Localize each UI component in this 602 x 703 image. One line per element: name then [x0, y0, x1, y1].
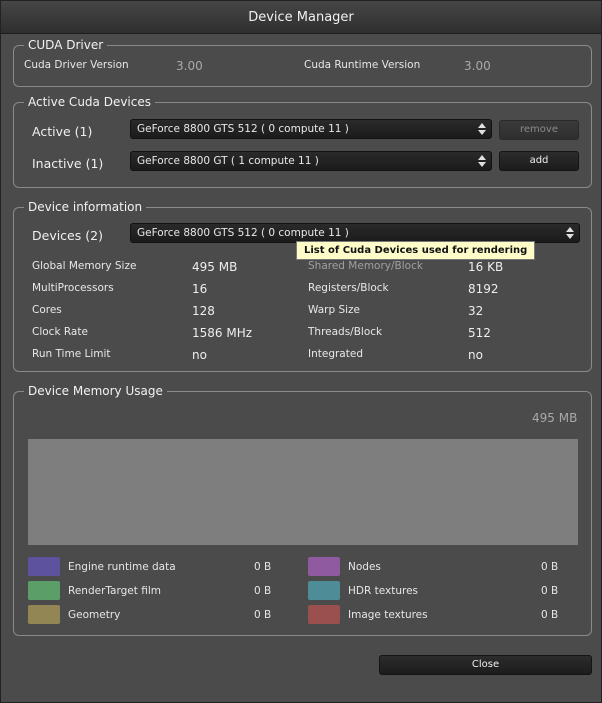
remove-button[interactable]: remove — [499, 120, 579, 140]
legend-swatch — [28, 581, 60, 600]
up-down-arrows-icon — [566, 227, 574, 239]
memory-total: 495 MB — [532, 411, 578, 425]
device-manager-window: Device Manager CUDA Driver Cuda Driver V… — [0, 0, 602, 703]
inactive-device-select[interactable]: GeForce 8800 GT ( 1 compute 11 ) — [130, 151, 492, 171]
active-device-selected: GeForce 8800 GTS 512 ( 0 compute 11 ) — [137, 123, 349, 135]
info-label: Warp Size — [308, 304, 361, 316]
legend-swatch — [308, 581, 340, 600]
devices-label: Devices (2) — [32, 228, 103, 243]
info-value: 16 KB — [468, 260, 504, 274]
cuda-driver-title: CUDA Driver — [24, 37, 108, 53]
devices-tooltip: List of Cuda Devices used for rendering — [296, 241, 536, 260]
info-label: MultiProcessors — [32, 282, 114, 294]
active-device-select[interactable]: GeForce 8800 GTS 512 ( 0 compute 11 ) — [130, 119, 492, 139]
info-label: Clock Rate — [32, 326, 88, 338]
info-value: 495 MB — [192, 260, 238, 274]
close-button[interactable]: Close — [379, 655, 592, 675]
info-value: no — [192, 348, 207, 362]
memory-usage-bar — [28, 439, 578, 545]
info-label: Registers/Block — [308, 282, 389, 294]
legend-label: Geometry — [68, 609, 121, 621]
runtime-version-value: 3.00 — [464, 59, 491, 73]
info-value: 512 — [468, 326, 491, 340]
legend-value: 0 B — [254, 585, 272, 597]
add-button[interactable]: add — [499, 151, 579, 171]
devices-selected: GeForce 8800 GTS 512 ( 0 compute 11 ) — [137, 227, 349, 239]
memory-usage-title: Device Memory Usage — [24, 383, 167, 399]
legend-swatch — [308, 557, 340, 576]
info-value: 32 — [468, 304, 484, 318]
info-label: Integrated — [308, 348, 363, 360]
legend-value: 0 B — [541, 585, 559, 597]
legend-value: 0 B — [254, 609, 272, 621]
up-down-arrows-icon — [478, 155, 486, 167]
driver-version-value: 3.00 — [176, 59, 203, 73]
legend-label: Nodes — [348, 561, 381, 573]
legend-label: Engine runtime data — [68, 561, 176, 573]
info-label: Cores — [32, 304, 62, 316]
devices-select[interactable]: GeForce 8800 GTS 512 ( 0 compute 11 ) — [130, 223, 580, 243]
info-value: no — [468, 348, 483, 362]
legend-label: RenderTarget film — [68, 585, 161, 597]
info-value: 16 — [192, 282, 208, 296]
active-devices-group: Active Cuda Devices — [13, 94, 592, 188]
legend-label: HDR textures — [348, 585, 419, 597]
info-label: Global Memory Size — [32, 260, 137, 272]
info-label: Shared Memory/Block — [308, 260, 423, 272]
runtime-version-label: Cuda Runtime Version — [304, 59, 421, 71]
legend-value: 0 B — [254, 561, 272, 573]
legend-value: 0 B — [541, 561, 559, 573]
info-value: 128 — [192, 304, 215, 318]
window-title: Device Manager — [1, 1, 601, 34]
info-label: Threads/Block — [308, 326, 383, 338]
inactive-label: Inactive (1) — [32, 156, 104, 171]
legend-swatch — [308, 605, 340, 624]
inactive-device-selected: GeForce 8800 GT ( 1 compute 11 ) — [137, 155, 319, 167]
active-devices-title: Active Cuda Devices — [24, 94, 155, 110]
info-value: 1586 MHz — [192, 326, 253, 340]
legend-swatch — [28, 557, 60, 576]
legend-value: 0 B — [541, 609, 559, 621]
info-label: Run Time Limit — [32, 348, 111, 360]
legend-swatch — [28, 605, 60, 624]
active-label: Active (1) — [32, 124, 93, 139]
driver-version-label: Cuda Driver Version — [24, 59, 129, 71]
legend-label: Image textures — [348, 609, 428, 621]
up-down-arrows-icon — [478, 123, 486, 135]
info-value: 8192 — [468, 282, 499, 296]
device-info-title: Device information — [24, 199, 147, 215]
